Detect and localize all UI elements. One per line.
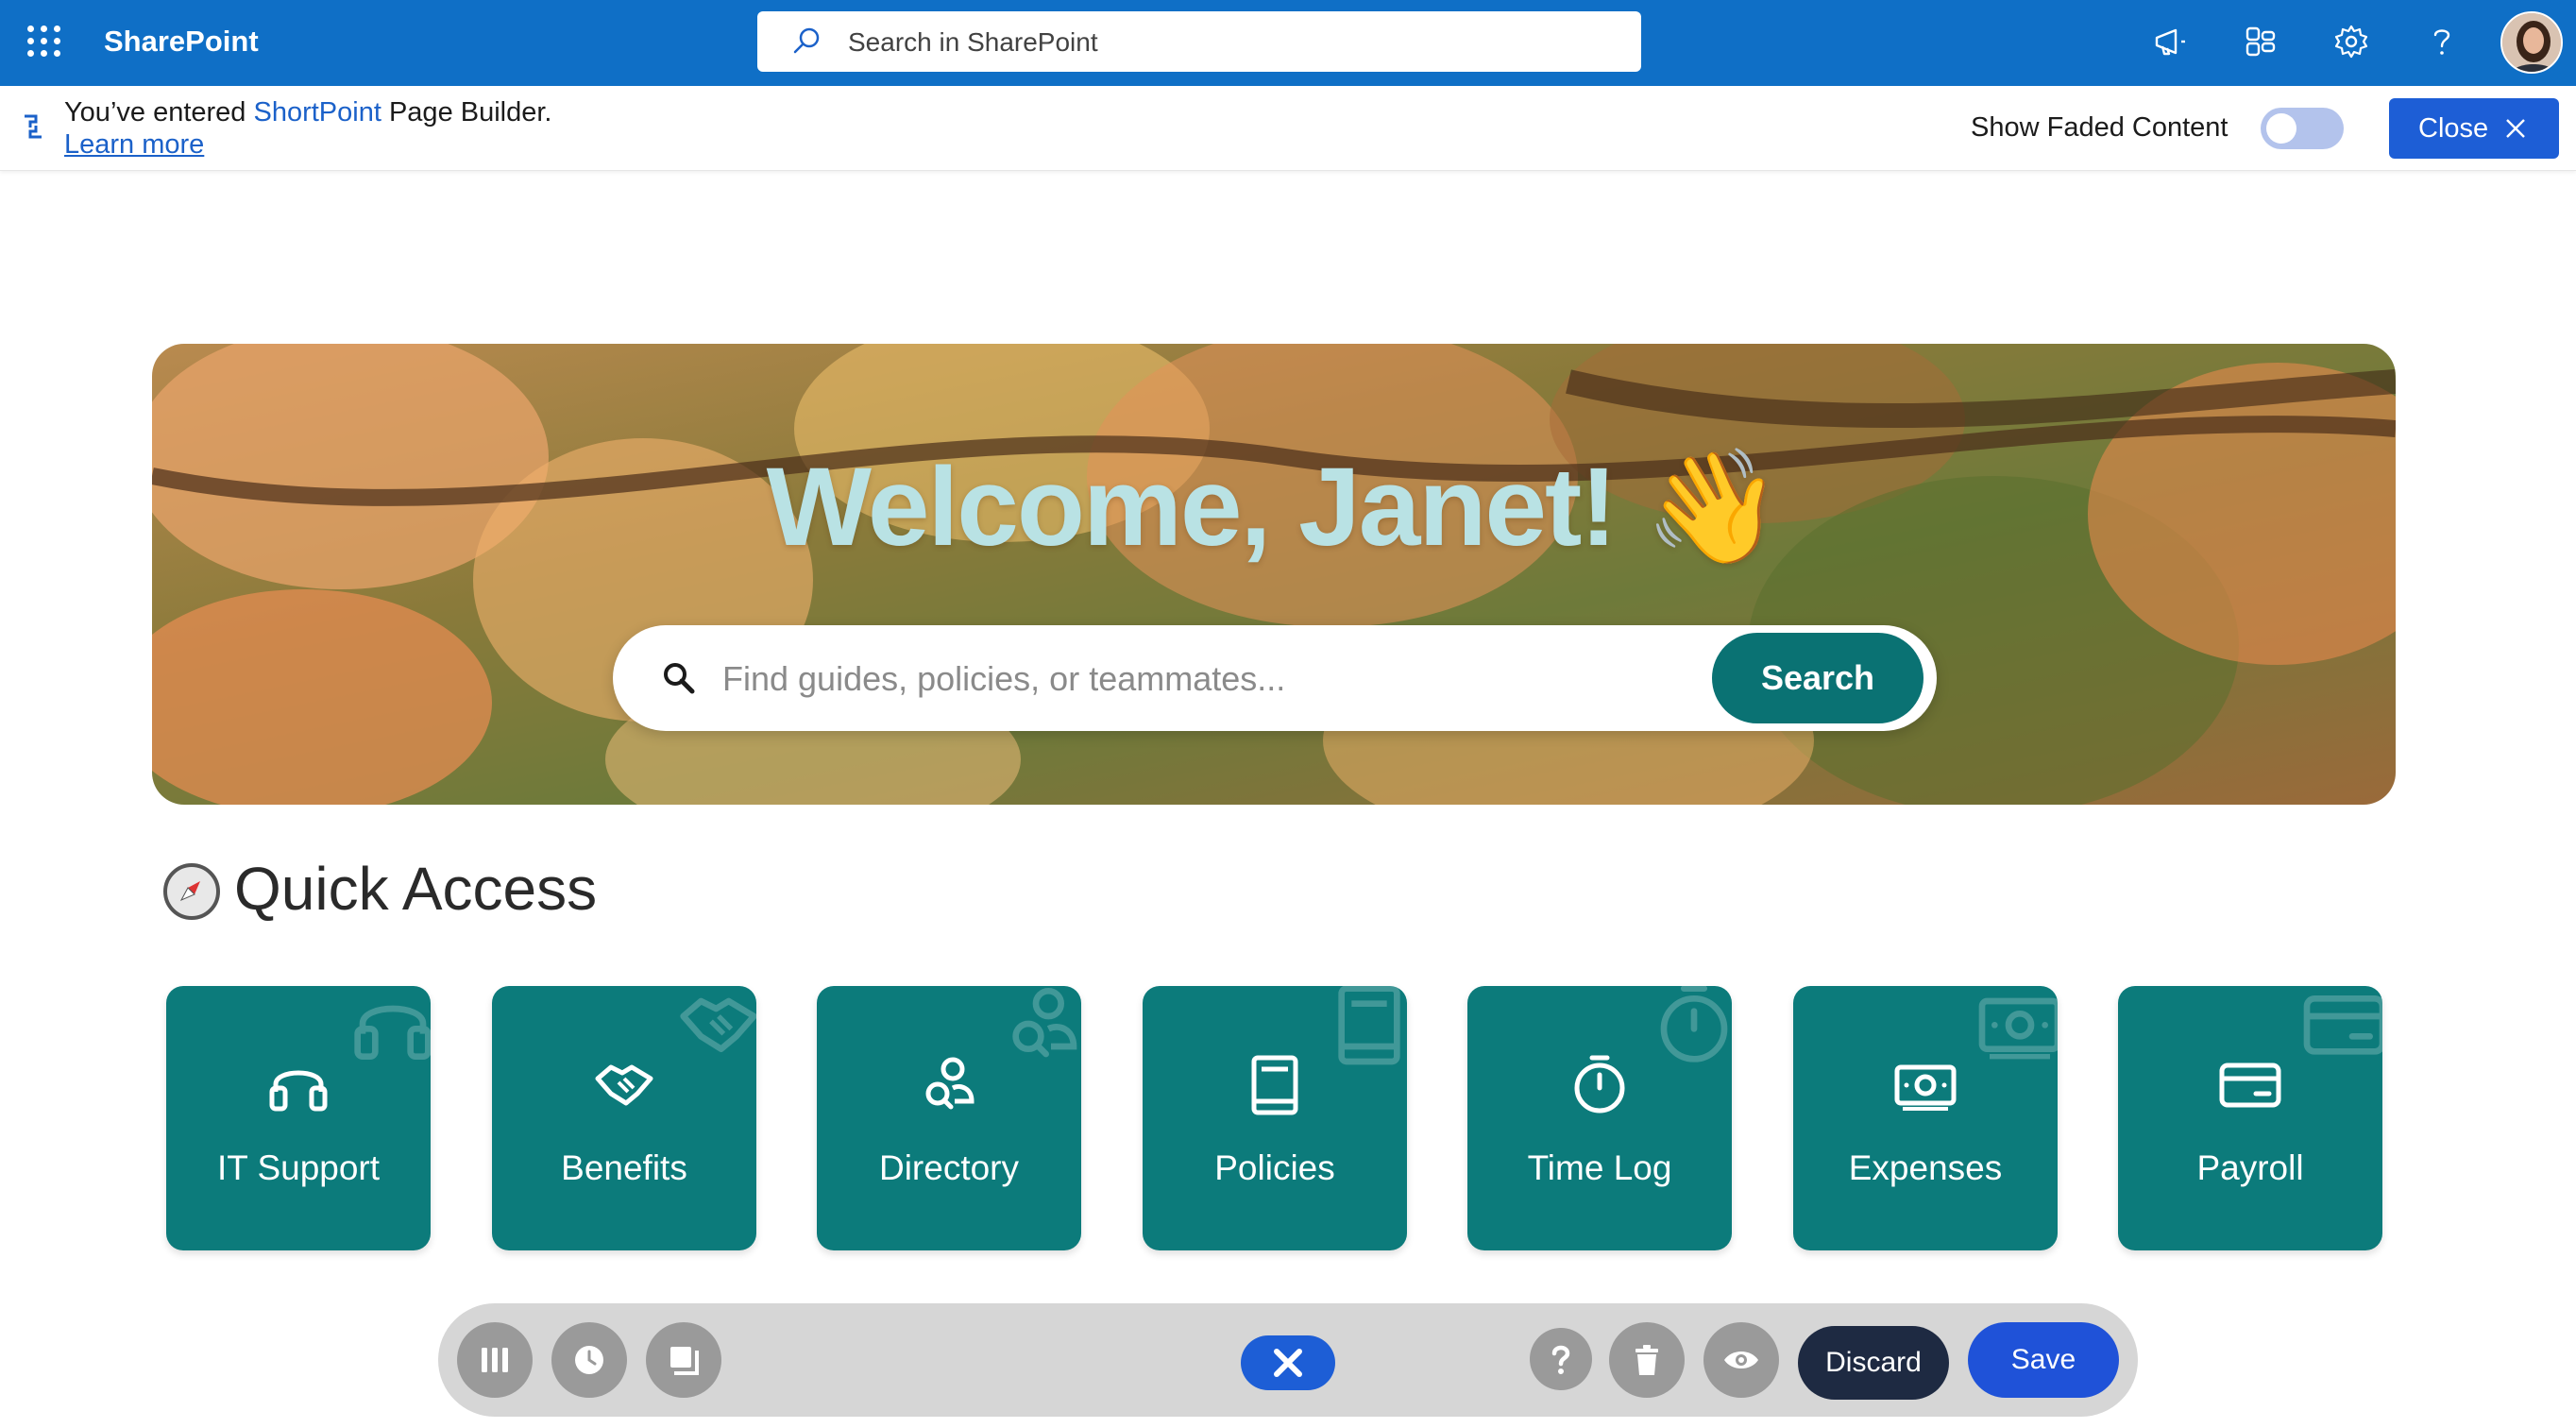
user-avatar[interactable] bbox=[2500, 11, 2563, 74]
tile-label: IT Support bbox=[216, 1148, 381, 1187]
page-builder-toolbar: Discard Save bbox=[438, 1303, 2138, 1417]
tile-label: Expenses bbox=[1848, 1148, 2003, 1187]
copy-button[interactable] bbox=[646, 1322, 721, 1398]
tile-label: Payroll bbox=[2196, 1148, 2304, 1187]
autumn-leaves-background bbox=[152, 344, 2396, 805]
handshake-icon bbox=[595, 1064, 653, 1106]
trash-icon bbox=[1635, 1345, 1658, 1375]
quick-access-tile[interactable]: Directory bbox=[817, 986, 1081, 1250]
notice-text-end: Page Builder. bbox=[381, 97, 552, 128]
stopwatch-icon bbox=[1574, 1055, 1625, 1114]
page: SharePoint Search in SharePoint You’ve e… bbox=[0, 0, 2576, 1428]
credit-card-icon bbox=[2219, 1062, 2281, 1108]
columns-icon bbox=[482, 1348, 508, 1372]
quick-access-tile[interactable]: Expenses bbox=[1793, 986, 2058, 1250]
close-builder-button[interactable]: Close bbox=[2389, 98, 2559, 159]
hero-search-bar[interactable]: Find guides, policies, or teammates... S… bbox=[613, 625, 1937, 731]
save-button[interactable]: Save bbox=[1968, 1322, 2119, 1398]
credit-card-icon bbox=[2303, 995, 2382, 1055]
money-icon bbox=[1978, 997, 2058, 1060]
quick-access-tile[interactable]: Policies bbox=[1143, 986, 1407, 1250]
tile-label: Benefits bbox=[561, 1148, 687, 1187]
search-placeholder: Search in SharePoint bbox=[848, 27, 1098, 57]
people-search-icon bbox=[925, 1057, 974, 1110]
preview-button[interactable] bbox=[1703, 1322, 1779, 1398]
book-icon bbox=[1338, 986, 1400, 1065]
handshake-icon bbox=[680, 997, 756, 1052]
shortpoint-brand: ShortPoint bbox=[253, 97, 381, 128]
show-faded-content-label: Show Faded Content bbox=[1971, 112, 2229, 143]
suite-bar: SharePoint Search in SharePoint bbox=[0, 0, 2576, 86]
megaphone-icon[interactable] bbox=[2151, 23, 2189, 60]
hero-search-button[interactable]: Search bbox=[1712, 633, 1924, 723]
learn-more-link[interactable]: Learn more bbox=[64, 129, 204, 161]
hero-search-placeholder: Find guides, policies, or teammates... bbox=[722, 659, 1286, 698]
help-button[interactable] bbox=[1530, 1328, 1592, 1390]
compass-icon bbox=[163, 863, 220, 920]
headset-icon bbox=[354, 1005, 431, 1060]
stopwatch-icon bbox=[1660, 986, 1728, 1062]
book-icon bbox=[1251, 1055, 1298, 1115]
people-search-icon bbox=[1012, 988, 1077, 1058]
sharepoint-search-box[interactable]: Search in SharePoint bbox=[757, 11, 1641, 72]
delete-button[interactable] bbox=[1609, 1322, 1685, 1398]
notice-message: You’ve entered ShortPoint Page Builder. bbox=[64, 97, 551, 128]
columns-button[interactable] bbox=[457, 1322, 533, 1398]
money-icon bbox=[1894, 1064, 1957, 1111]
search-icon bbox=[793, 27, 820, 54]
tile-label: Time Log bbox=[1527, 1148, 1672, 1187]
history-icon bbox=[575, 1346, 603, 1374]
help-icon[interactable] bbox=[2423, 23, 2461, 60]
show-faded-content-toggle[interactable] bbox=[2261, 108, 2344, 149]
toggle-knob bbox=[2266, 113, 2296, 144]
history-button[interactable] bbox=[551, 1322, 627, 1398]
exit-builder-button[interactable] bbox=[1241, 1335, 1335, 1390]
close-label: Close bbox=[2418, 113, 2489, 144]
app-name[interactable]: SharePoint bbox=[104, 25, 259, 59]
app-launcher-icon[interactable] bbox=[25, 23, 60, 57]
close-icon bbox=[1274, 1349, 1302, 1377]
search-icon bbox=[664, 663, 695, 694]
preview-eye-icon bbox=[1724, 1352, 1758, 1368]
quick-access-tile[interactable]: Time Log bbox=[1467, 986, 1732, 1250]
close-icon bbox=[2506, 119, 2525, 138]
quick-access-title: Quick Access bbox=[234, 855, 598, 923]
notice-text: You’ve entered bbox=[64, 97, 254, 128]
shortpoint-notice-bar: You’ve entered ShortPoint Page Builder. … bbox=[0, 86, 2576, 171]
headset-icon bbox=[269, 1070, 328, 1112]
quick-access-tile[interactable]: IT Support bbox=[166, 986, 431, 1250]
shortpoint-logo-icon bbox=[25, 114, 42, 139]
welcome-hero-banner: Welcome, Janet! 👋 Find guides, policies,… bbox=[152, 344, 2396, 805]
quick-access-tile[interactable]: Benefits bbox=[492, 986, 756, 1250]
tile-label: Policies bbox=[1214, 1148, 1335, 1187]
discard-button[interactable]: Discard bbox=[1798, 1326, 1949, 1400]
quick-access-tile[interactable]: Payroll bbox=[2118, 986, 2382, 1250]
sharepoint-connect-icon[interactable] bbox=[2242, 23, 2279, 60]
help-icon bbox=[1551, 1345, 1570, 1374]
copy-icon bbox=[670, 1347, 699, 1375]
tile-label: Directory bbox=[878, 1148, 1020, 1187]
settings-gear-icon[interactable] bbox=[2332, 23, 2370, 60]
welcome-heading: Welcome, Janet! 👋 bbox=[766, 445, 1784, 570]
